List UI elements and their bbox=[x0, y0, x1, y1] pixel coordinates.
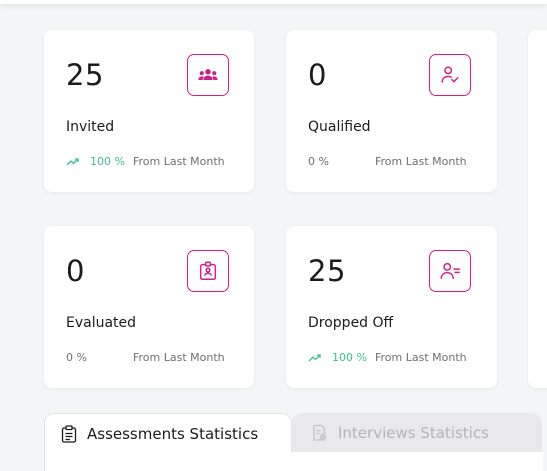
tab-label: Interviews Statistics bbox=[338, 424, 489, 442]
trend-percent: 100 % bbox=[90, 155, 125, 168]
trend-percent: 100 % bbox=[332, 351, 367, 364]
stat-card-qualified: 0 Qualified 0 % From Last Month bbox=[286, 30, 497, 192]
document-settings-icon bbox=[313, 424, 327, 441]
stat-label: Invited bbox=[66, 119, 115, 135]
stat-card-dropped-off: 25 Dropped Off 100 % From Last Month bbox=[286, 226, 497, 388]
trend-row: 100 % From Last Month bbox=[66, 155, 256, 171]
trend-note: From Last Month bbox=[133, 155, 225, 168]
stat-card-evaluated: 0 Evaluated 0 % From Last Month bbox=[44, 226, 254, 388]
stat-label: Dropped Off bbox=[308, 315, 394, 331]
trend-percent: 0 % bbox=[308, 155, 329, 168]
top-bar bbox=[0, 0, 547, 4]
trend-row: 0 % From Last Month bbox=[308, 155, 498, 171]
stat-value: 25 bbox=[308, 254, 346, 288]
stat-label: Evaluated bbox=[66, 315, 137, 331]
tab-label: Assessments Statistics bbox=[87, 424, 259, 443]
trend-row: 0 % From Last Month bbox=[66, 351, 256, 367]
tab-assessments-statistics[interactable]: Assessments Statistics bbox=[44, 413, 292, 453]
stat-label: Qualified bbox=[308, 119, 371, 135]
stat-card-partial bbox=[528, 30, 547, 388]
trend-note: From Last Month bbox=[375, 155, 467, 168]
trend-percent: 0 % bbox=[66, 351, 87, 364]
tab-interviews-statistics[interactable]: Interviews Statistics bbox=[292, 413, 542, 453]
id-card-icon bbox=[187, 250, 229, 292]
stat-value: 25 bbox=[66, 58, 104, 92]
clipboard-icon bbox=[61, 424, 77, 443]
trend-note: From Last Month bbox=[375, 351, 467, 364]
stat-value: 0 bbox=[308, 58, 327, 92]
user-check-icon bbox=[429, 54, 471, 96]
trend-note: From Last Month bbox=[133, 351, 225, 364]
tab-panel bbox=[44, 452, 543, 471]
trend-up-icon bbox=[66, 158, 79, 166]
stat-card-invited: 25 Invited 100 % From Last Month bbox=[44, 30, 254, 192]
user-minus-icon bbox=[429, 250, 471, 292]
trend-row: 100 % From Last Month bbox=[308, 351, 498, 367]
users-group-icon bbox=[187, 54, 229, 96]
stat-value: 0 bbox=[66, 254, 85, 288]
trend-up-icon bbox=[308, 354, 321, 362]
